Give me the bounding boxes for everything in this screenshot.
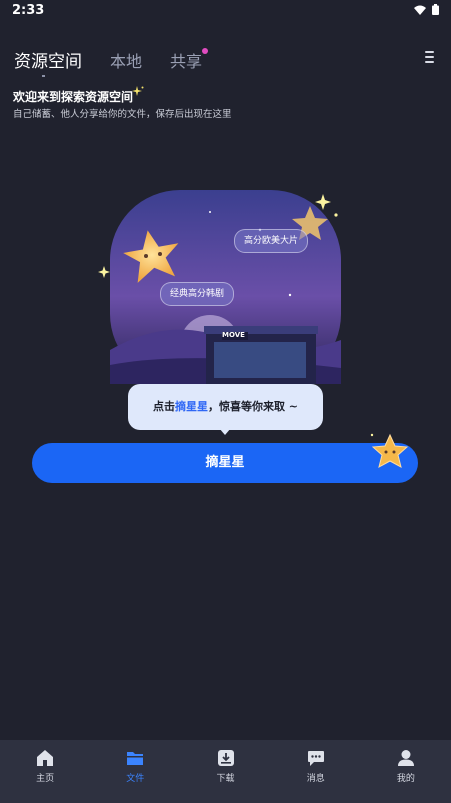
category-pill-western-movies: 高分欧美大片 [234,229,309,253]
nav-label-profile: 我的 [396,774,415,784]
nav-label-files: 文件 [126,774,145,784]
bottom-navigation: 主页 文件 下载 消息 我的 [0,740,451,803]
home-icon [37,750,54,766]
nav-item-download[interactable]: 下载 [180,740,270,803]
pick-stars-button[interactable]: 摘星星 [32,443,418,483]
nav-label-home: 主页 [36,774,55,784]
nav-label-download: 下载 [216,774,235,784]
tab-shared[interactable]: 共享 [170,48,209,72]
active-tab-indicator [42,75,45,77]
download-icon [217,750,234,766]
tooltip-suffix: ，惊喜等你来取 ~ [207,400,299,413]
star-mascot-icon [370,433,409,468]
tab-local[interactable]: 本地 [110,48,142,72]
shop-sign: MOVE [222,331,245,339]
nav-item-files[interactable]: 文件 [90,740,180,803]
nav-label-messages: 消息 [306,774,325,784]
menu-icon[interactable] [423,48,437,66]
sparkle-left-icon [98,266,110,278]
folder-icon [127,752,144,765]
welcome-subtitle: 自己储蓄、他人分享给你的文件，保存后出现在这里 [13,109,232,120]
sparkle-icon [132,86,144,96]
nav-item-messages[interactable]: 消息 [271,740,361,803]
battery-icon [432,4,439,15]
nav-item-home[interactable]: 主页 [0,740,90,803]
status-bar: 2:33 [0,0,451,22]
notification-dot [202,48,209,54]
tooltip-prefix: 点击 [152,400,175,413]
status-time: 2:33 [12,3,45,18]
tab-shared-label: 共享 [170,52,203,71]
wifi-icon [414,5,426,15]
nav-item-profile[interactable]: 我的 [361,740,451,803]
tooltip-highlight: 摘星星 [174,400,208,413]
tooltip-bubble: 点击摘星星，惊喜等你来取 ~ [128,384,323,430]
stargazing-illustration: 高分欧美大片 经典高分韩剧 MOVE [110,190,341,384]
profile-icon [397,750,414,766]
tooltip-arrow [219,428,231,435]
tab-resource-space[interactable]: 资源空间 [14,47,82,72]
top-tabs: 资源空间 本地 共享 [14,44,230,72]
status-icons [414,4,439,15]
category-pill-korean-drama: 经典高分韩剧 [160,282,235,306]
message-icon [307,751,324,766]
welcome-title: 欢迎来到探索资源空间 [13,90,134,104]
